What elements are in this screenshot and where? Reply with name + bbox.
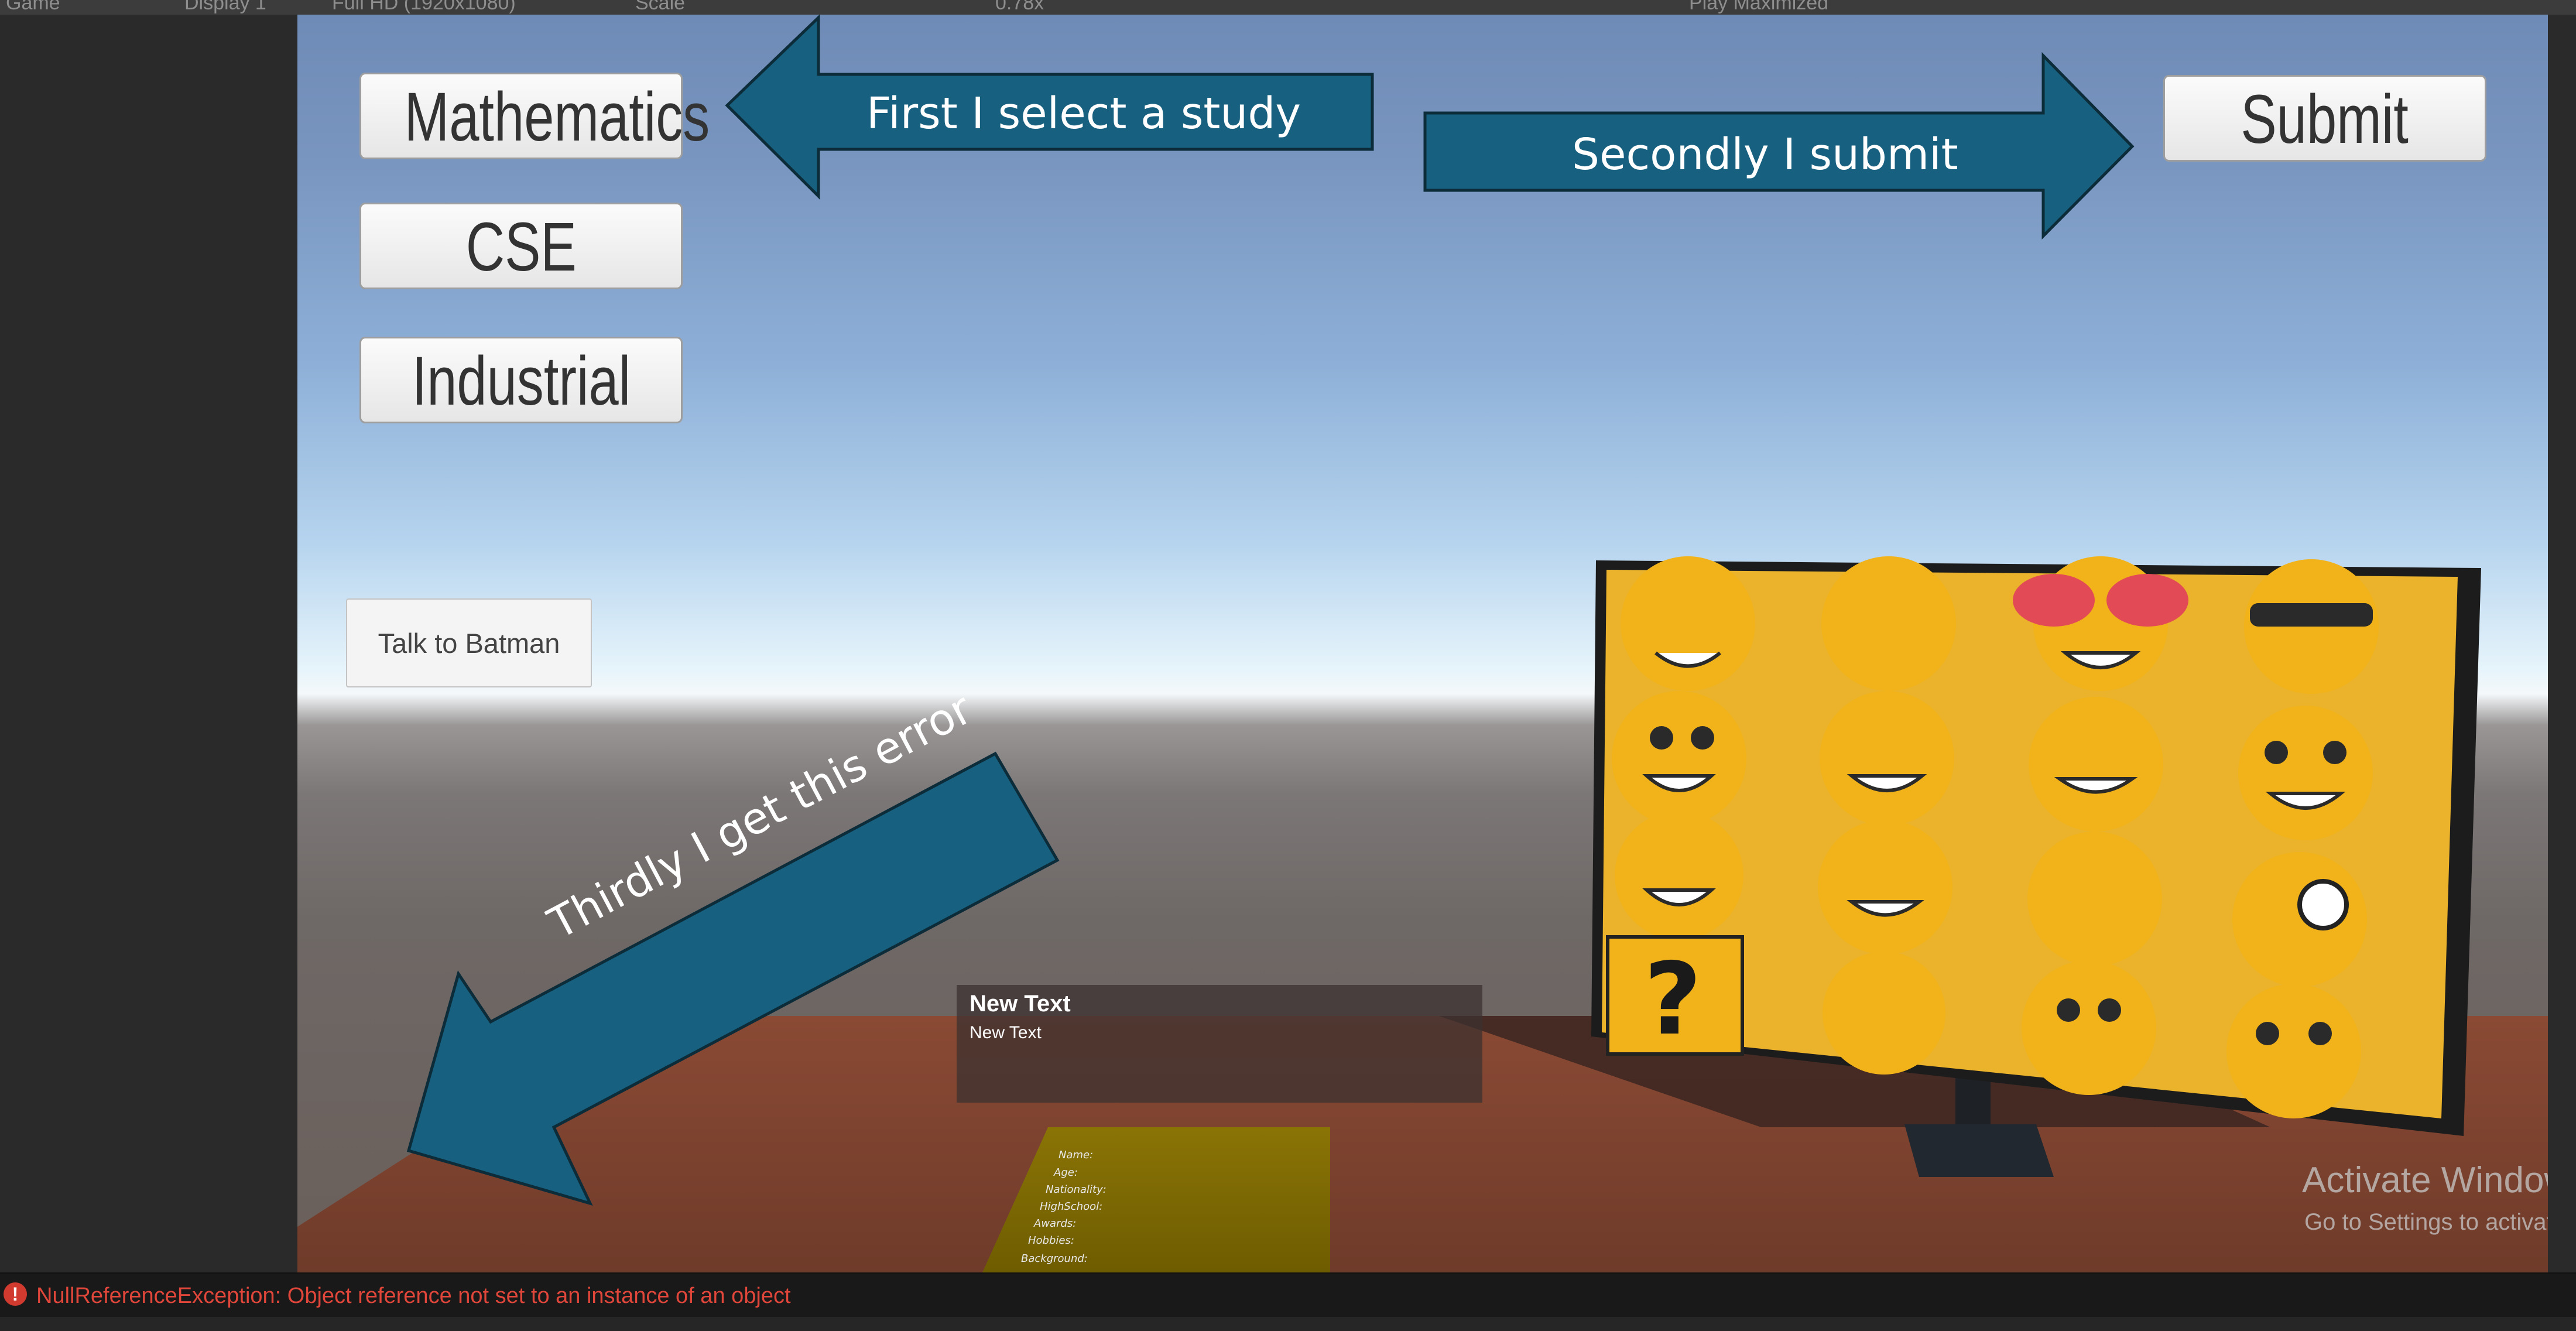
dialog-body: New Text	[970, 1023, 1042, 1042]
study-button-cse[interactable]: CSE	[359, 203, 683, 289]
game-tab[interactable]: Game	[6, 0, 60, 15]
submit-button-label: Submit	[2241, 81, 2409, 158]
annotation-step2-label: Secondly I submit	[1572, 129, 1958, 180]
tears-of-joy-emoji	[2029, 697, 2163, 832]
paper-field: Age:	[1053, 1166, 1078, 1179]
tongue-emoji	[1821, 556, 1956, 691]
study-button-label: Industrial	[412, 343, 631, 420]
submit-button[interactable]: Submit	[2163, 75, 2486, 162]
talk-to-batman-button[interactable]: Talk to Batman	[346, 598, 592, 687]
paper-field: HighSchool:	[1040, 1200, 1102, 1213]
unity-editor-window: Game Display 1 Full HD (1920x1080) Scale…	[0, 0, 2576, 1331]
frown-emoji	[2226, 984, 2361, 1118]
console-error-message[interactable]: NullReferenceException: Object reference…	[36, 1284, 791, 1309]
study-button-industrial[interactable]: Industrial	[359, 337, 683, 423]
scale-value: 0.78x	[995, 0, 1044, 14]
study-button-label: Mathematics	[404, 78, 710, 156]
annotation-step1-label: First I select a study	[866, 88, 1301, 139]
question-mark-glyph: ?	[1644, 942, 1702, 1058]
big-grin-emoji	[1820, 691, 1954, 826]
right-panel-gutter	[2548, 15, 2576, 1272]
slight-smile-emoji	[2022, 960, 2156, 1095]
paper-field: Awards:	[1033, 1217, 1076, 1230]
game-view-toolbar: Game Display 1 Full HD (1920x1080) Scale…	[0, 0, 2576, 16]
activation-watermark-subtitle: Go to Settings to activate Windows.	[2304, 1209, 2548, 1235]
rofl-emoji	[1823, 952, 1945, 1075]
left-panel-gutter	[0, 15, 297, 1272]
smile-emoji	[2238, 706, 2373, 840]
game-view[interactable]: ? Name: Age: Nationality: HighSchool: Aw…	[297, 15, 2548, 1272]
grin-emoji	[1612, 691, 1746, 826]
paper-field: Name:	[1059, 1149, 1093, 1161]
wink-tongue-emoji	[2232, 852, 2367, 987]
bottom-bar	[0, 1317, 2576, 1331]
big-grin-emoji-2	[1818, 820, 1952, 954]
resolution-dropdown[interactable]: Full HD (1920x1080)	[332, 0, 516, 15]
squint-emoji	[2027, 832, 2162, 966]
play-maximized-toggle[interactable]: Play Maximized	[1689, 0, 1828, 15]
paper-field: Nationality:	[1046, 1183, 1107, 1196]
dialog-title: New Text	[970, 991, 1071, 1017]
monitor-foot	[1904, 1124, 2054, 1177]
grin-emoji-2	[1615, 811, 1743, 940]
activation-watermark-title: Activate Windows	[2302, 1160, 2548, 1200]
scale-label: Scale	[635, 0, 686, 14]
display-dropdown[interactable]: Display 1	[184, 0, 266, 15]
blush-emoji	[1621, 556, 1755, 691]
paper-field: Hobbies:	[1028, 1234, 1074, 1247]
study-button-label: CSE	[465, 208, 577, 286]
error-icon: !	[4, 1282, 27, 1306]
study-button-mathematics[interactable]: Mathematics	[359, 73, 710, 159]
paper-field: Background:	[1021, 1253, 1088, 1265]
talk-button-label: Talk to Batman	[378, 628, 560, 659]
